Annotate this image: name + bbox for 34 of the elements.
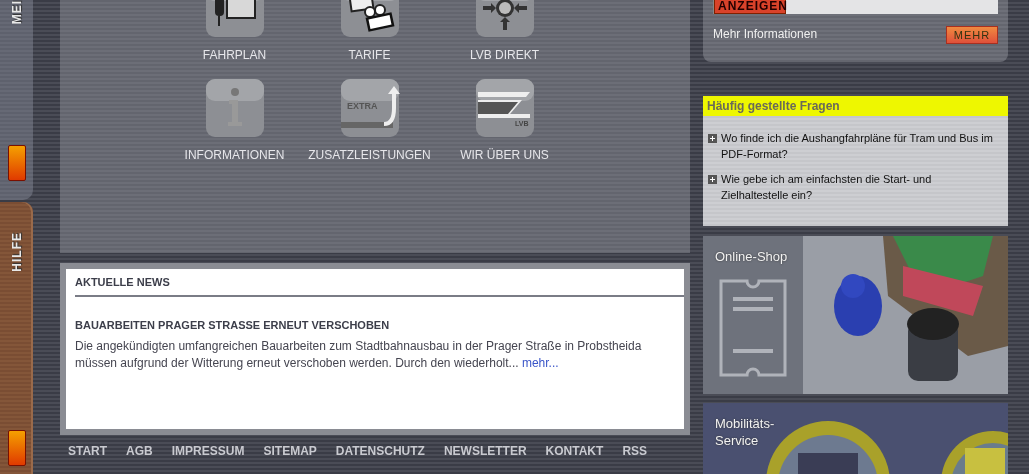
promo-title[interactable]: Mobilitäts- Service: [715, 415, 775, 449]
footer-link[interactable]: RSS: [622, 444, 648, 458]
menu-tile[interactable]: TARIFE: [302, 0, 437, 62]
info-icon: [204, 78, 265, 138]
footer-link[interactable]: AGB: [126, 444, 153, 458]
news-text: Die angekündigten umfangreichen Bauarbeiten zum Stadtbahnausbau in der Prager Straße in Probstheida müssen aufgrund der Witterung erneut verschoben werden. Durch den wiederholt... mehr...: [75, 338, 643, 372]
faq-title: Häufig gestellte Fragen: [703, 96, 1008, 116]
ad-label: ANZEIGEN: [714, 0, 786, 14]
menu-tile[interactable]: INFORMATIONEN: [167, 78, 302, 162]
menu-tile[interactable]: EXTRA ZUSATZLEISTUNGEN: [302, 78, 437, 162]
indicator-icon: [8, 145, 26, 181]
indicator-icon: [8, 430, 26, 466]
more-button[interactable]: MEHR: [946, 26, 998, 44]
news-heading: AKTUELLE NEWS: [75, 269, 684, 297]
faq-link[interactable]: Wo finde ich die Aushangfahrpläne für Tram und Bus im PDF-Format?: [721, 130, 1000, 162]
side-tab[interactable]: MEI: [0, 0, 33, 200]
footer-link[interactable]: DATENSCHUTZ: [335, 444, 425, 458]
expand-icon[interactable]: [708, 175, 717, 184]
footer-link[interactable]: SITEMAP: [263, 444, 317, 458]
news-title: BAUARBEITEN PRAGER STRASSE ERNEUT VERSCHOBEN: [75, 319, 391, 331]
side-tab[interactable]: HILFE: [0, 202, 33, 474]
footer-link[interactable]: IMPRESSUM: [171, 444, 245, 458]
menu-tile[interactable]: LVB DIREKT: [437, 0, 572, 62]
footer-link[interactable]: START: [68, 444, 108, 458]
footer-link[interactable]: KONTAKT: [545, 444, 604, 458]
extra-icon: EXTRA: [339, 78, 400, 138]
more-link[interactable]: mehr...: [521, 356, 559, 370]
promo-title[interactable]: Online-Shop: [715, 248, 788, 265]
menu-tile[interactable]: FAHRPLAN: [167, 0, 302, 62]
expand-icon[interactable]: [708, 134, 717, 143]
more-info-text: Mehr Informationen: [713, 27, 818, 41]
footer-link[interactable]: NEWSLETTER: [443, 444, 527, 458]
ticket-icon: [719, 279, 787, 377]
faq-link[interactable]: Wie gebe ich am einfachsten die Start- und Zielhaltestelle ein?: [721, 171, 1000, 203]
